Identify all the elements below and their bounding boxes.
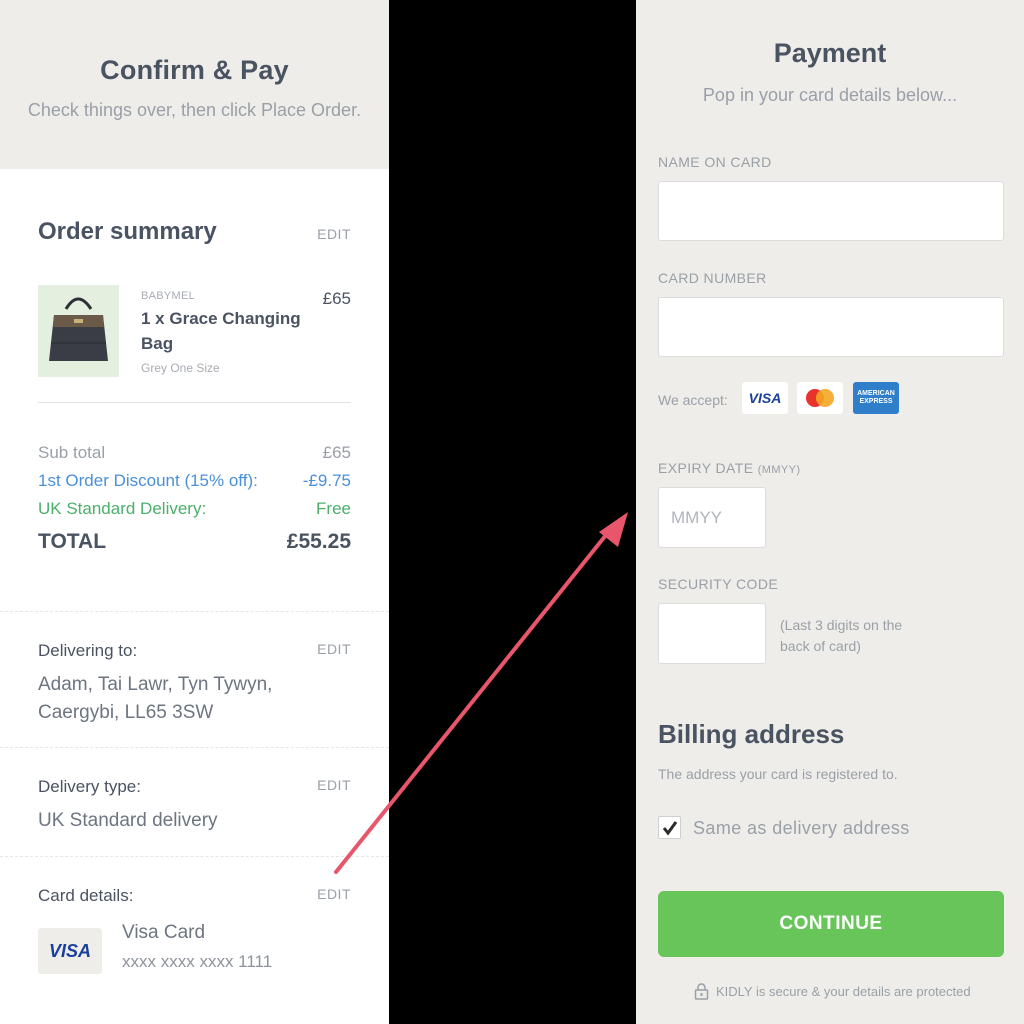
discount-label: 1st Order Discount (15% off): bbox=[38, 471, 258, 490]
checkmark-icon bbox=[662, 820, 677, 835]
security-note-text: KIDLY is secure & your details are prote… bbox=[716, 984, 971, 999]
card-number-input[interactable] bbox=[658, 297, 1004, 357]
edit-delivery-type-button[interactable]: EDIT bbox=[317, 777, 351, 793]
delivery-address-line1: Adam, Tai Lawr, Tyn Tywyn, bbox=[38, 674, 273, 695]
delivering-to-label: Delivering to: bbox=[38, 641, 138, 660]
product-price: £65 bbox=[322, 289, 351, 308]
card-name: Visa Card bbox=[122, 922, 206, 943]
delivery-label: UK Standard Delivery: bbox=[38, 499, 207, 518]
amex-logo-icon: AMERICAN EXPRESS bbox=[853, 382, 899, 414]
edit-order-button[interactable]: EDIT bbox=[317, 226, 351, 242]
we-accept-label: We accept: bbox=[658, 392, 728, 408]
edit-address-button[interactable]: EDIT bbox=[317, 641, 351, 657]
security-code-input[interactable] bbox=[658, 603, 766, 664]
subtotal-value: £65 bbox=[322, 443, 351, 462]
total-row: TOTAL £55.25 bbox=[38, 530, 351, 554]
delivery-type-label: Delivery type: bbox=[38, 777, 141, 796]
same-as-delivery-label[interactable]: Same as delivery address bbox=[693, 818, 910, 839]
visa-logo-icon: VISA bbox=[742, 382, 788, 414]
security-code-label: SECURITY CODE bbox=[658, 576, 779, 592]
payment-subtitle: Pop in your card details below... bbox=[702, 85, 958, 105]
continue-button[interactable]: CONTINUE bbox=[658, 891, 1004, 957]
delivery-type-value: UK Standard delivery bbox=[38, 810, 218, 831]
section-divider bbox=[0, 611, 389, 612]
subtotal-row: Sub total £65 bbox=[38, 443, 351, 463]
amex-logo-text: AMERICAN EXPRESS bbox=[857, 390, 895, 405]
product-image bbox=[38, 285, 119, 377]
product-variant: Grey One Size bbox=[141, 361, 220, 375]
card-details-label: Card details: bbox=[38, 886, 134, 905]
billing-address-subtitle: The address your card is registered to. bbox=[658, 766, 898, 782]
edit-card-button[interactable]: EDIT bbox=[317, 886, 351, 902]
expiry-date-label: EXPIRY DATE (MMYY) bbox=[658, 460, 800, 476]
mastercard-logo-icon bbox=[797, 382, 843, 414]
payment-panel: Payment Pop in your card details below..… bbox=[636, 0, 1024, 1024]
order-summary-title: Order summary bbox=[38, 218, 217, 245]
confirm-pay-panel: Confirm & Pay Check things over, then cl… bbox=[0, 0, 389, 1024]
section-divider bbox=[0, 856, 389, 857]
expiry-date-input[interactable] bbox=[658, 487, 766, 548]
delivery-address-line2: Caergybi, LL65 3SW bbox=[38, 702, 214, 723]
expiry-format-hint: (MMYY) bbox=[757, 464, 801, 476]
confirm-header: Confirm & Pay Check things over, then cl… bbox=[0, 0, 389, 169]
visa-icon: VISA bbox=[38, 928, 102, 974]
total-value: £55.25 bbox=[286, 530, 351, 553]
delivery-value: Free bbox=[316, 499, 351, 518]
total-label: TOTAL bbox=[38, 530, 107, 553]
security-note: KIDLY is secure & your details are prote… bbox=[694, 983, 971, 1000]
changing-bag-image bbox=[49, 297, 108, 361]
product-name: 1 x Grace Changing Bag bbox=[141, 309, 301, 353]
divider bbox=[38, 402, 351, 403]
card-number-masked: xxxx xxxx xxxx 1111 bbox=[122, 952, 273, 971]
card-number-label: CARD NUMBER bbox=[658, 270, 767, 286]
section-divider bbox=[0, 747, 389, 748]
security-code-hint: (Last 3 digits on the back of card) bbox=[780, 617, 903, 654]
name-on-card-input[interactable] bbox=[658, 181, 1004, 241]
delivery-row: UK Standard Delivery: Free bbox=[38, 499, 351, 519]
lock-icon bbox=[694, 983, 709, 1000]
subtotal-label: Sub total bbox=[38, 443, 106, 462]
product-brand: BABYMEL bbox=[141, 290, 196, 302]
same-as-delivery-checkbox[interactable] bbox=[658, 816, 681, 839]
billing-address-title: Billing address bbox=[658, 719, 845, 749]
payment-title: Payment bbox=[773, 38, 887, 68]
page-subtitle: Check things over, then click Place Orde… bbox=[27, 100, 362, 120]
name-on-card-label: NAME ON CARD bbox=[658, 154, 772, 170]
discount-value: -£9.75 bbox=[302, 471, 351, 490]
discount-row: 1st Order Discount (15% off): -£9.75 bbox=[38, 471, 351, 491]
page-title: Confirm & Pay bbox=[100, 55, 289, 85]
expiry-date-label-text: EXPIRY DATE bbox=[658, 460, 754, 476]
